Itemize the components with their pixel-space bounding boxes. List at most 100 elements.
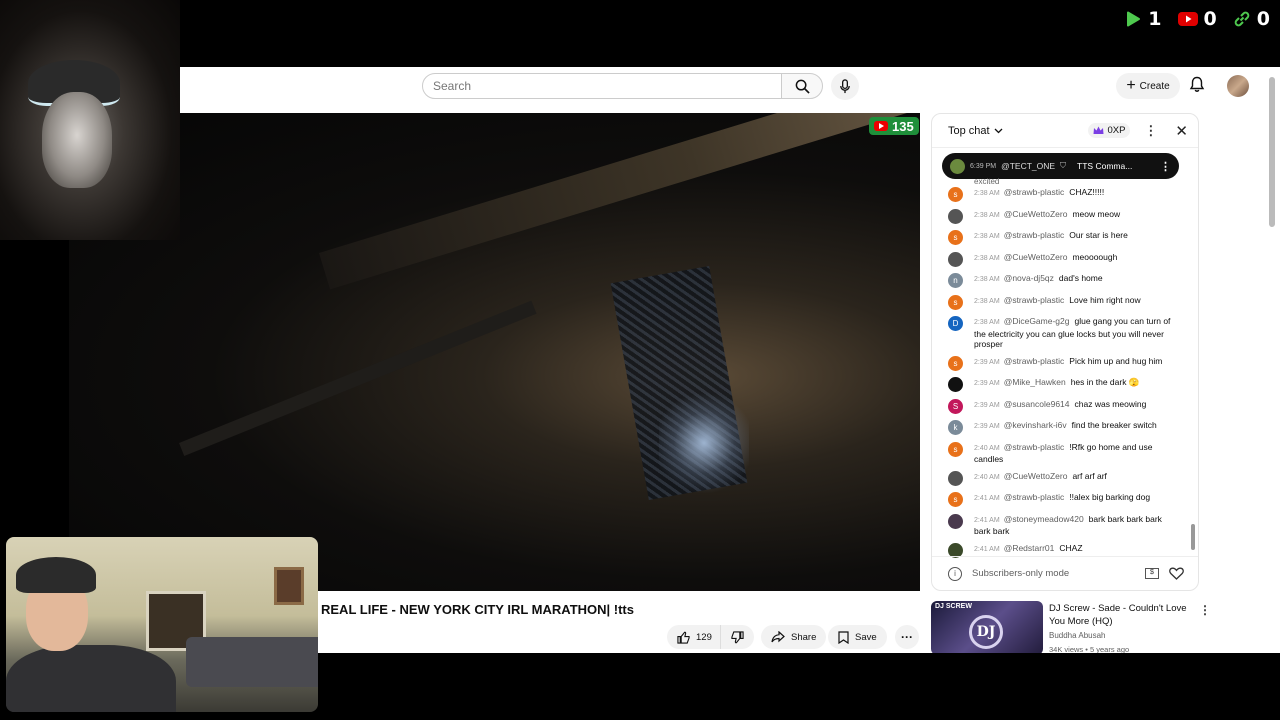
chat-text: find the breaker switch [1071, 420, 1157, 430]
chat-scrollbar[interactable] [1191, 524, 1195, 550]
rumble-play-icon [1127, 11, 1141, 27]
chat-avatar[interactable]: k [948, 420, 963, 435]
chat-timestamp: 2:38 AM [974, 297, 1000, 305]
chat-message[interactable]: D 2:38 AM @DiceGame-g2g glue gang you can t… [932, 313, 1188, 353]
thumbs-up-icon [677, 631, 690, 644]
chat-avatar[interactable] [948, 208, 963, 224]
chat-mode-label: Top chat [948, 124, 990, 137]
webcam-streamer-cap [16, 557, 96, 593]
chat-more-icon[interactable]: ⋮ [1144, 123, 1157, 139]
chat-author[interactable]: @CueWettoZero [1004, 252, 1068, 262]
chat-avatar[interactable]: s [948, 187, 963, 202]
recommended-more-icon[interactable]: ⋮ [1199, 603, 1211, 617]
voice-search-button[interactable] [831, 72, 859, 100]
super-chat-icon[interactable]: $ [1145, 568, 1159, 579]
thumbnail-tag: DJ SCREW [935, 603, 972, 610]
chat-author[interactable]: @nova-dj5qz [1004, 273, 1054, 283]
chat-author[interactable]: @CueWettoZero [1004, 209, 1068, 219]
chat-avatar[interactable]: s [948, 230, 963, 245]
chat-avatar[interactable]: s [948, 441, 963, 457]
chevron-down-icon [994, 128, 1003, 133]
chat-message[interactable]: n 2:38 AM @nova-dj5qz dad's home [932, 270, 1188, 292]
chat-message[interactable]: 2:38 AM @CueWettoZero meoooough [932, 249, 1188, 271]
search-button[interactable] [781, 73, 823, 99]
dislike-button[interactable] [719, 625, 754, 649]
rumble-count: 1 [1148, 8, 1162, 30]
like-button[interactable]: 129 [667, 625, 720, 649]
recommended-video[interactable]: DJ SCREW DJ DJ Screw - Sade - Couldn't L… [931, 601, 1221, 653]
video-player[interactable]: 135 [69, 113, 920, 591]
chat-message[interactable]: s 2:40 AM @strawb-plastic !Rfk go home and … [932, 439, 1188, 468]
chat-author[interactable]: @kevinshark-i6v [1004, 420, 1067, 430]
more-actions-group: ··· [895, 625, 919, 649]
chat-author[interactable]: @Redstarr01 [1004, 543, 1055, 553]
chat-avatar[interactable] [948, 513, 963, 529]
notifications-button[interactable] [1189, 76, 1205, 98]
chat-author[interactable]: @stoneymeadow420 [1004, 514, 1084, 524]
chat-message[interactable]: 2:40 AM @CueWettoZero arf arf arf [932, 468, 1188, 490]
recommended-thumbnail[interactable]: DJ SCREW DJ [931, 601, 1043, 653]
chat-author[interactable]: @strawb-plastic [1004, 295, 1065, 305]
pinned-message[interactable]: 6:39 PM @TECT_ONE ⛉ TTS Comma... ⋮ [942, 153, 1179, 179]
chat-author[interactable]: @strawb-plastic [1004, 356, 1065, 366]
video-scene-shadow [179, 300, 537, 456]
account-avatar[interactable] [1227, 75, 1249, 97]
chat-author[interactable]: @DiceGame-g2g [1004, 316, 1070, 326]
chat-text: arf arf arf [1072, 470, 1107, 481]
chat-message[interactable]: s 2:38 AM @strawb-plastic CHAZ!!!!! [932, 184, 1188, 206]
chat-message[interactable]: s 2:38 AM @strawb-plastic Love him right no… [932, 292, 1188, 314]
search-input[interactable]: Search [422, 73, 782, 99]
chat-message[interactable]: s 2:41 AM @strawb-plastic !!alex big barkin… [932, 489, 1188, 511]
chat-message[interactable]: 2:39 AM @Mike_Hawken hes in the dark 🫣 [932, 374, 1188, 396]
save-button[interactable]: Save [828, 625, 887, 649]
close-icon[interactable]: ✕ [1175, 122, 1188, 140]
chat-avatar[interactable] [948, 251, 963, 267]
chat-avatar[interactable]: S [948, 398, 963, 414]
more-actions-button[interactable]: ··· [895, 625, 919, 649]
chat-mode-selector[interactable]: Top chat [948, 125, 1003, 137]
chat-author[interactable]: @Mike_Hawken [1004, 377, 1066, 387]
chat-message[interactable]: s 2:39 AM @strawb-plastic Pick him up and h… [932, 353, 1188, 375]
shield-icon: ⛉ [1060, 161, 1067, 170]
webcam-top-left [0, 0, 180, 240]
chat-avatar[interactable]: D [948, 316, 963, 331]
info-icon[interactable]: i [948, 566, 962, 581]
chat-author[interactable]: @CueWettoZero [1004, 471, 1068, 481]
chat-author[interactable]: @susancole9614 [1004, 399, 1070, 409]
youtube-count: 0 [1203, 8, 1217, 30]
youtube-counter: 0 [1177, 8, 1217, 30]
pinned-more-icon[interactable]: ⋮ [1160, 160, 1171, 173]
chat-text: chaz was meowing [1074, 398, 1147, 409]
page-scrollbar[interactable] [1269, 77, 1275, 227]
chat-timestamp: 2:38 AM [974, 319, 1000, 326]
chat-avatar[interactable] [948, 470, 963, 486]
chat-message[interactable]: k 2:39 AM @kevinshark-i6v find the breaker … [932, 417, 1188, 439]
xp-badge[interactable]: 0XP [1088, 123, 1131, 138]
heart-icon[interactable] [1169, 567, 1184, 580]
chat-message[interactable]: 2:38 AM @CueWettoZero meow meow [932, 206, 1188, 228]
recommended-channel[interactable]: Buddha Abusah [1049, 631, 1106, 640]
chat-message[interactable]: s 2:38 AM @strawb-plastic Our star is here [932, 227, 1188, 249]
chat-avatar[interactable]: s [948, 294, 963, 310]
chat-message[interactable]: S 2:39 AM @susancole9614 chaz was meowing [932, 396, 1188, 418]
save-label: Save [855, 631, 877, 643]
chat-avatar[interactable] [948, 377, 963, 392]
chat-author[interactable]: @strawb-plastic [1004, 442, 1065, 452]
chat-avatar[interactable]: n [948, 273, 963, 288]
recommended-meta: 34K views • 5 years ago [1049, 645, 1130, 653]
chat-avatar[interactable]: s [948, 355, 963, 371]
chat-author[interactable]: @strawb-plastic [1004, 492, 1065, 502]
create-button[interactable]: + Create [1116, 73, 1180, 99]
bookmark-icon [838, 630, 849, 644]
chat-avatar[interactable]: s [948, 492, 963, 507]
chat-author[interactable]: @strawb-plastic [1004, 187, 1065, 197]
chat-message[interactable]: 2:41 AM @stoneymeadow420 bark bark bark ba… [932, 511, 1188, 540]
recommended-title[interactable]: DJ Screw - Sade - Couldn't Love You More… [1049, 602, 1189, 628]
chat-timestamp: 2:39 AM [974, 380, 1000, 387]
share-button[interactable]: Share [761, 625, 827, 649]
chat-text: meoooough [1072, 251, 1118, 262]
stream-overlay: Search + Create 135 REAL LIFE - NEW YORK… [0, 0, 1280, 720]
chat-author[interactable]: @strawb-plastic [1004, 230, 1065, 240]
chat-timestamp: 2:38 AM [974, 254, 1000, 262]
chat-text: Our star is here [1069, 230, 1128, 240]
